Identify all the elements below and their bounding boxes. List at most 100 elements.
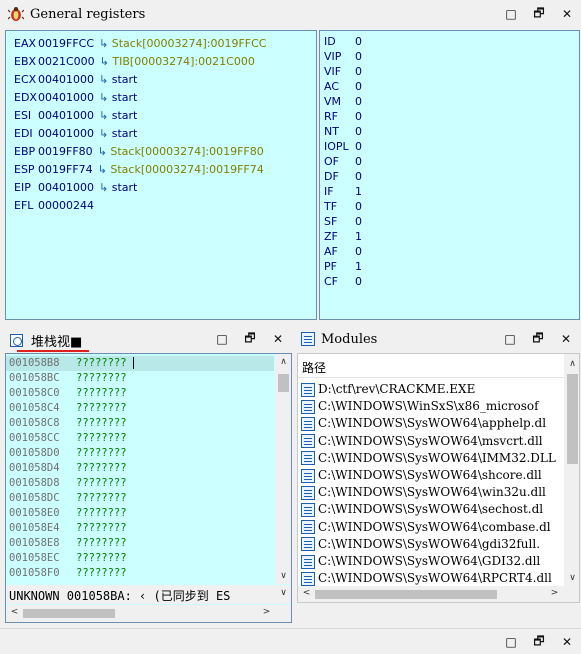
flag-value[interactable]: 0 — [355, 95, 362, 108]
stack-row[interactable]: 001058E8???????? — [6, 536, 274, 551]
modules-vertical-scrollbar[interactable]: ∧ ∨ — [564, 354, 579, 586]
status-scroll-down-arrow[interactable]: ∨ — [275, 588, 291, 598]
register-info[interactable]: TIB[00003274]:0021C000 — [112, 55, 254, 68]
stack-value[interactable]: ???????? — [76, 357, 133, 369]
register-info[interactable]: start — [112, 91, 138, 104]
scroll-right-arrow[interactable]: > — [258, 607, 275, 617]
register-info[interactable]: Stack[00003274]:0019FFCC — [112, 37, 267, 50]
register-row[interactable]: EDI 00401000 ↳ start — [14, 125, 137, 143]
register-row[interactable]: EBP 0019FF80 ↳ Stack[00003274]:0019FF80 — [14, 143, 264, 161]
scrollbar-thumb[interactable] — [278, 374, 289, 392]
modules-scrollbar-thumb[interactable] — [567, 374, 578, 464]
register-info[interactable]: Stack[00003274]:0019FF80 — [110, 145, 263, 158]
stack-value[interactable]: ???????? — [76, 522, 127, 534]
register-value[interactable]: 00401000 — [38, 107, 94, 125]
flag-row[interactable]: ID 0 — [324, 34, 362, 49]
modules-column-header[interactable]: 路径 — [298, 354, 564, 378]
module-row[interactable]: C:\WINDOWS\SysWOW64\combase.dl — [301, 519, 551, 536]
flag-row[interactable]: AF 0 — [324, 244, 362, 259]
module-row[interactable]: C:\WINDOWS\SysWOW64\IMM32.DLL — [301, 450, 556, 467]
register-value[interactable]: 00401000 — [38, 179, 94, 197]
flag-value[interactable]: 1 — [355, 230, 362, 243]
modules-close-button[interactable]: ✕ — [552, 325, 580, 353]
module-row[interactable]: C:\WINDOWS\SysWOW64\msvcrt.dll — [301, 433, 543, 450]
modules-minimize-button[interactable]: □ — [496, 325, 524, 353]
flag-row[interactable]: OF 0 — [324, 154, 362, 169]
stack-horizontal-scrollbar[interactable]: < > — [6, 605, 291, 622]
close-button[interactable]: ✕ — [553, 0, 581, 28]
register-row[interactable]: ESI 00401000 ↳ start — [14, 107, 137, 125]
flag-row[interactable]: VM 0 — [324, 94, 362, 109]
flag-row[interactable]: IF 1 — [324, 184, 362, 199]
flag-value[interactable]: 0 — [355, 110, 362, 123]
register-value[interactable]: 00000244 — [38, 197, 94, 215]
flag-row[interactable]: VIP 0 — [324, 49, 362, 64]
modules-scroll-up-arrow[interactable]: ∧ — [564, 359, 579, 369]
stack-minimize-button[interactable]: □ — [208, 325, 236, 353]
flag-row[interactable]: IOPL 0 — [324, 139, 362, 154]
stack-value[interactable]: ???????? — [76, 462, 127, 474]
bottom-minimize-button[interactable]: □ — [497, 630, 525, 654]
stack-value[interactable]: ???????? — [76, 417, 127, 429]
register-value[interactable]: 00401000 — [38, 125, 94, 143]
stack-value[interactable]: ???????? — [76, 477, 127, 489]
scroll-down-arrow[interactable]: ∨ — [275, 571, 291, 581]
flag-value[interactable]: 0 — [355, 140, 362, 153]
stack-value[interactable]: ???????? — [76, 567, 127, 579]
stack-row[interactable]: 001058D4???????? — [6, 461, 274, 476]
register-info[interactable]: start — [112, 73, 138, 86]
stack-row[interactable]: 001058C8???????? — [6, 416, 274, 431]
stack-value[interactable]: ???????? — [76, 537, 127, 549]
flag-value[interactable]: 0 — [355, 50, 362, 63]
stack-row[interactable]: 001058BC???????? — [6, 371, 274, 386]
flag-row[interactable]: TF 0 — [324, 199, 362, 214]
module-row[interactable]: C:\WINDOWS\SysWOW64\GDI32.dll — [301, 553, 540, 570]
flag-value[interactable]: 0 — [355, 245, 362, 258]
flag-row[interactable]: RF 0 — [324, 109, 362, 124]
stack-close-button[interactable]: ✕ — [264, 325, 292, 353]
flag-value[interactable]: 0 — [355, 170, 362, 183]
module-row[interactable]: C:\WINDOWS\SysWOW64\win32u.dll — [301, 484, 546, 501]
register-row[interactable]: ESP 0019FF74 ↳ Stack[00003274]:0019FF74 — [14, 161, 264, 179]
register-value[interactable]: 0019FFCC — [38, 35, 94, 53]
flag-value[interactable]: 0 — [355, 65, 362, 78]
flags-pane[interactable]: ID 0 VIP 0 VIF 0 AC 0 VM 0 RF 0 NT 0 IOPL 0 OF 0 DF 0 IF 1 TF 0… — [319, 30, 580, 320]
stack-row[interactable]: 001058D0???????? — [6, 446, 274, 461]
bottom-float-button[interactable]: 🗗 — [525, 630, 553, 654]
scroll-up-arrow[interactable]: ∧ — [275, 357, 291, 367]
register-info[interactable]: start — [112, 127, 138, 140]
modules-scroll-right-arrow[interactable]: > — [546, 588, 563, 598]
register-row[interactable]: EBX 0021C000 ↳ TIB[00003274]:0021C000 — [14, 53, 255, 71]
flag-row[interactable]: PF 1 — [324, 259, 362, 274]
minimize-button[interactable]: □ — [497, 0, 525, 28]
register-info[interactable]: Stack[00003274]:0019FF74 — [110, 163, 263, 176]
bottom-close-button[interactable]: ✕ — [553, 630, 581, 654]
stack-value[interactable]: ???????? — [76, 432, 127, 444]
register-row[interactable]: EFL 00000244 — [14, 197, 99, 215]
scroll-left-arrow[interactable]: < — [6, 607, 23, 617]
register-value[interactable]: 00401000 — [38, 71, 94, 89]
register-value[interactable]: 00401000 — [38, 89, 94, 107]
flag-row[interactable]: ZF 1 — [324, 229, 362, 244]
flag-value[interactable]: 1 — [355, 185, 362, 198]
register-value[interactable]: 0019FF74 — [38, 161, 93, 179]
flag-value[interactable]: 0 — [355, 275, 362, 288]
stack-vertical-scrollbar[interactable]: ∧ ∨ — [275, 354, 291, 584]
stack-value[interactable]: ???????? — [76, 372, 127, 384]
flag-value[interactable]: 0 — [355, 125, 362, 138]
flag-value[interactable]: 0 — [355, 200, 362, 213]
register-info[interactable]: start — [112, 181, 138, 194]
modules-hscrollbar-thumb[interactable] — [315, 590, 497, 599]
stack-row[interactable]: 001058B8???????? — [6, 356, 274, 371]
flag-row[interactable]: CF 0 — [324, 274, 362, 289]
modules-horizontal-scrollbar[interactable]: < > — [298, 586, 579, 602]
flag-row[interactable]: SF 0 — [324, 214, 362, 229]
module-row[interactable]: C:\WINDOWS\WinSxS\x86_microsof — [301, 398, 539, 415]
stack-pane[interactable]: 001058B8???????? 001058BC???????? 001058C… — [5, 353, 292, 623]
module-row[interactable]: C:\WINDOWS\SysWOW64\RPCRT4.dll — [301, 570, 552, 587]
stack-row[interactable]: 001058C0???????? — [6, 386, 274, 401]
stack-row[interactable]: 001058EC???????? — [6, 551, 274, 566]
flag-value[interactable]: 0 — [355, 80, 362, 93]
register-row[interactable]: EDX00401000 ↳ start — [14, 89, 137, 107]
flag-value[interactable]: 1 — [355, 260, 362, 273]
